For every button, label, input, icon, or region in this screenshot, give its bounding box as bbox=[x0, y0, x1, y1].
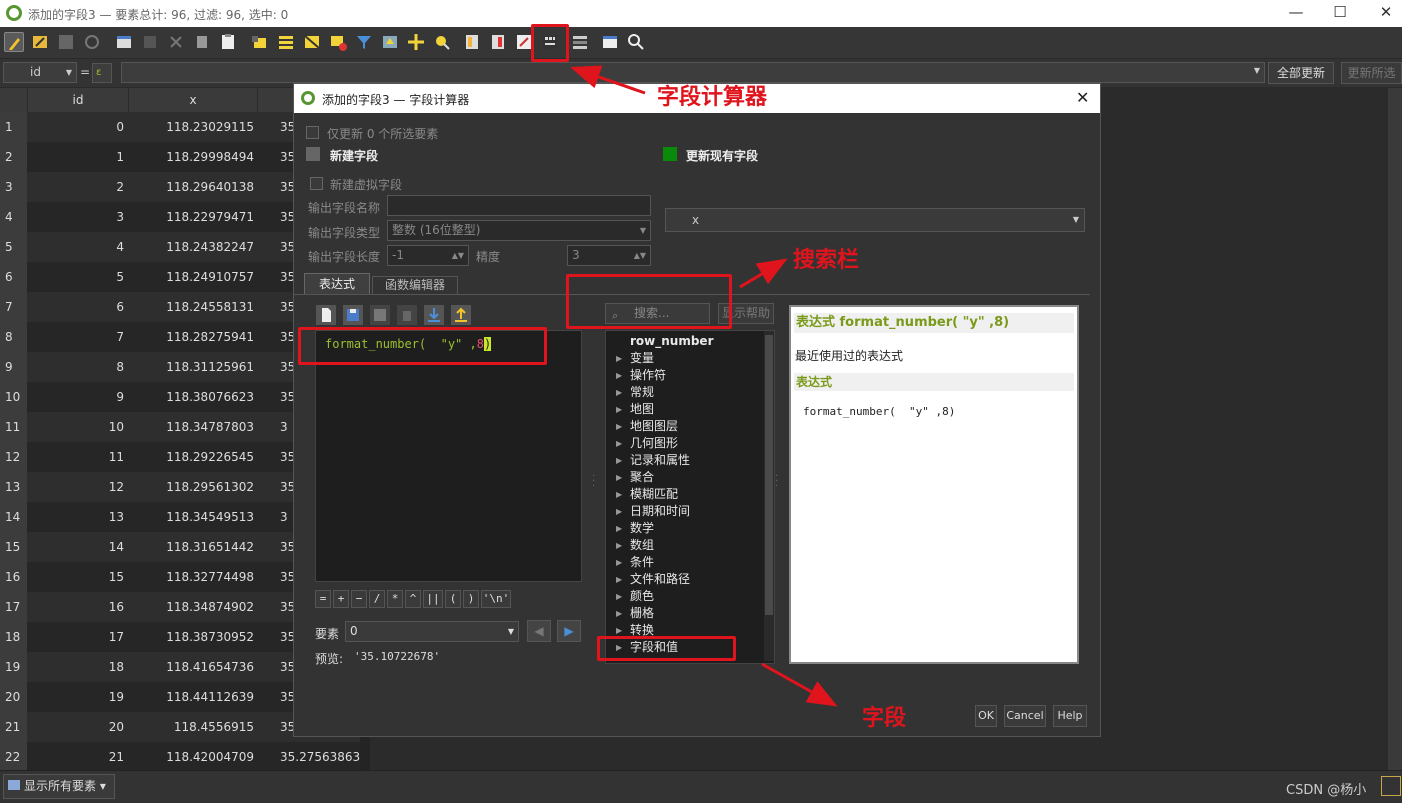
annotation-search: 搜索栏 bbox=[793, 248, 860, 273]
annotation-arrows bbox=[570, 65, 838, 707]
annotation-field: 字段 bbox=[862, 706, 907, 731]
annotation-calc: 字段计算器 bbox=[657, 85, 768, 110]
